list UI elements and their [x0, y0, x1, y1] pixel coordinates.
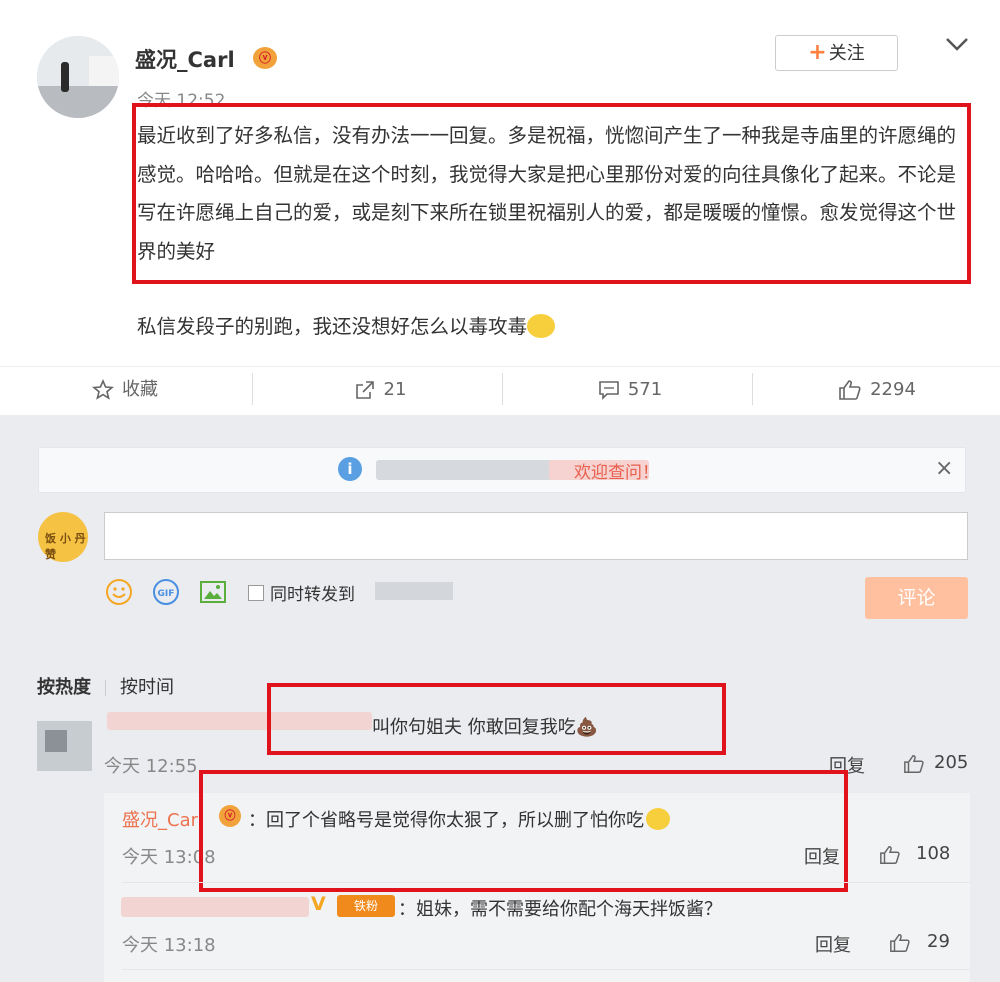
follow-button[interactable]: + 关注: [775, 35, 898, 71]
reply-author-name[interactable]: 盛况_Carl: [122, 806, 203, 832]
reply-like-count: 108: [916, 843, 951, 864]
plus-icon: +: [808, 40, 827, 65]
my-avatar[interactable]: 饭 小 丹 赞: [38, 512, 88, 562]
info-icon: i: [338, 457, 362, 481]
favorite-button[interactable]: 收藏: [70, 367, 180, 413]
image-icon[interactable]: [199, 578, 227, 606]
like-button[interactable]: 2294: [822, 367, 932, 413]
comment-like-count: 205: [934, 752, 969, 773]
sunglasses-emoji-icon: [527, 313, 556, 338]
comment-icon: [599, 381, 619, 400]
reply-button[interactable]: 回复: [815, 931, 851, 957]
comment-time: 今天 12:55: [104, 756, 198, 777]
post-actions: 收藏 21 571 2294: [0, 366, 1000, 412]
emoji-icon[interactable]: [105, 578, 133, 606]
blurred-reply-author: [121, 897, 309, 917]
checkbox[interactable]: [248, 585, 264, 601]
tab-sort-hot[interactable]: 按热度: [37, 677, 91, 698]
thumbs-up-icon[interactable]: [889, 932, 911, 954]
vip-badge-icon: ⓥ: [253, 47, 277, 69]
notice-bar: i 欢迎查问！ ×: [38, 447, 966, 493]
verified-icon: V: [311, 893, 326, 915]
blurred-text: [375, 582, 453, 600]
gif-icon[interactable]: GIF: [152, 578, 180, 606]
repost-checkbox[interactable]: 同时转发到: [248, 580, 355, 605]
fan-badge: 铁粉: [337, 895, 395, 917]
reply-time: 今天 13:18: [122, 935, 216, 956]
author-name[interactable]: 盛况_Carl: [135, 44, 235, 74]
divider: [502, 373, 503, 405]
chevron-down-icon[interactable]: [944, 34, 970, 54]
share-icon: [355, 381, 374, 399]
repost-button[interactable]: 21: [330, 367, 430, 413]
comment-input[interactable]: [104, 512, 968, 560]
divider: [122, 882, 970, 883]
divider: [752, 373, 753, 405]
thumbs-up-icon[interactable]: [903, 753, 925, 775]
reply-like-count: 29: [927, 931, 950, 952]
follow-label: 关注: [828, 43, 865, 64]
star-icon: [92, 379, 114, 400]
close-icon[interactable]: ×: [935, 456, 953, 481]
comment-button[interactable]: 571: [580, 367, 680, 413]
svg-text:GIF: GIF: [158, 589, 175, 599]
divider: [105, 680, 106, 696]
divider: [122, 969, 970, 970]
sort-tabs: 按热度 按时间: [37, 673, 174, 699]
divider: [252, 373, 253, 405]
thumbs-up-icon[interactable]: [879, 844, 901, 866]
reply-text: ：姐妹，需不需要给你配个海天拌饭酱？: [398, 899, 722, 920]
highlight-box: [199, 770, 848, 892]
blurred-text: [376, 460, 556, 480]
submit-comment-button[interactable]: 评论: [865, 577, 968, 619]
thumbs-up-icon: [839, 380, 861, 400]
post-content-extra: 私信发段子的别跑，我还没想好怎么以毒攻毒: [137, 310, 556, 340]
author-avatar[interactable]: [37, 36, 119, 118]
tab-sort-time[interactable]: 按时间: [120, 677, 174, 698]
commenter-avatar-detail: [45, 730, 67, 752]
notice-text[interactable]: 欢迎查问！: [574, 458, 659, 483]
highlight-box: [132, 103, 971, 284]
highlight-box: [267, 683, 726, 755]
